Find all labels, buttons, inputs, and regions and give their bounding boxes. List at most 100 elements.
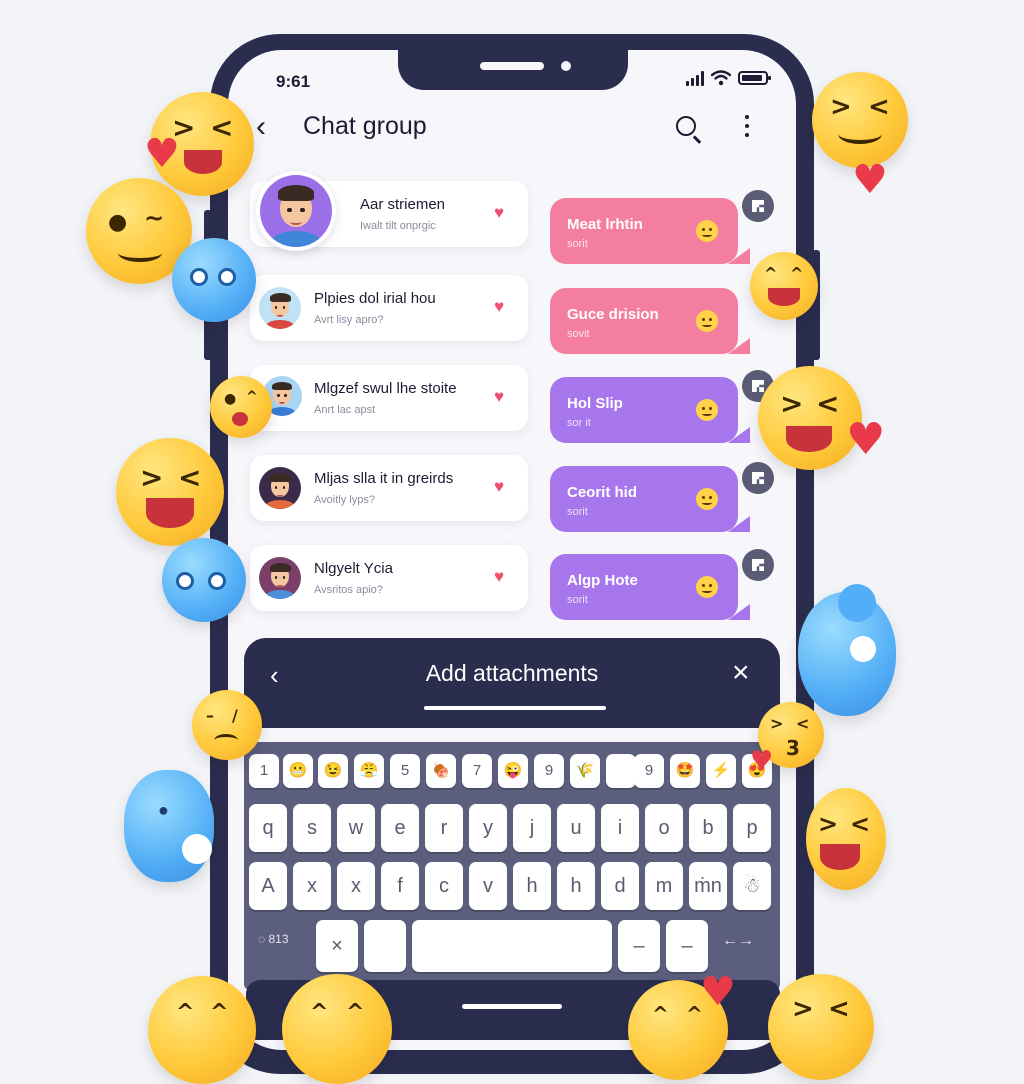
key[interactable]: –	[666, 920, 708, 972]
laughing-emoji-icon: > <	[768, 974, 874, 1080]
back-icon[interactable]: ‹	[256, 112, 266, 142]
reaction-icon[interactable]	[742, 549, 774, 581]
key[interactable]: x	[337, 862, 375, 910]
bubble-text: Ceorit hid	[567, 484, 637, 501]
key[interactable]: q	[249, 804, 287, 852]
grinning-squint-emoji-icon: > <	[812, 72, 908, 168]
key[interactable]: h	[513, 862, 551, 910]
chat-name: Mlgzef swul lhe stoite	[314, 380, 457, 397]
key[interactable]: v	[469, 862, 507, 910]
blue-face-emoji-icon	[798, 584, 896, 716]
key[interactable]: 😤	[354, 754, 384, 788]
key[interactable]: ☃	[733, 862, 771, 910]
arrow-keys[interactable]: ←→	[722, 932, 754, 950]
surprised-emoji-icon: ● ^	[210, 376, 272, 438]
chat-name: Plpies dol irial hou	[314, 290, 436, 307]
key[interactable]: 1	[249, 754, 279, 788]
key[interactable]: 5	[390, 754, 420, 788]
key[interactable]: –	[618, 920, 660, 972]
key[interactable]	[606, 754, 636, 788]
signal-icon	[686, 70, 704, 86]
heart-icon[interactable]: ♥	[494, 477, 504, 497]
key[interactable]: w	[337, 804, 375, 852]
key[interactable]: ×	[316, 920, 358, 972]
key[interactable]: 7	[462, 754, 492, 788]
key[interactable]: p	[733, 804, 771, 852]
chat-preview: Anrt lac apst	[314, 404, 376, 416]
heart-icon: ♥	[846, 414, 886, 465]
attachments-title: Add attachments	[425, 660, 599, 686]
laughing-emoji-icon: > <	[806, 788, 886, 890]
key[interactable]: j	[513, 804, 551, 852]
space-key[interactable]	[412, 920, 612, 972]
key[interactable]: y	[469, 804, 507, 852]
page-title: Chat group	[303, 112, 427, 140]
key[interactable]: o	[645, 804, 683, 852]
home-indicator[interactable]	[462, 1004, 562, 1009]
drag-handle[interactable]	[424, 706, 606, 710]
key[interactable]: c	[425, 862, 463, 910]
key[interactable]: 🌾	[570, 754, 600, 788]
reaction-icon[interactable]	[742, 190, 774, 222]
avatar	[259, 467, 301, 509]
key[interactable]: ṁn	[689, 862, 727, 910]
key[interactable]: b	[689, 804, 727, 852]
heart-icon: ♥	[144, 131, 180, 177]
key[interactable]: s	[293, 804, 331, 852]
more-options-icon[interactable]	[745, 115, 749, 137]
heart-icon[interactable]: ♥	[494, 567, 504, 587]
key[interactable]: e	[381, 804, 419, 852]
chat-preview: Avoitly lyps?	[314, 494, 375, 506]
key[interactable]: u	[557, 804, 595, 852]
key[interactable]: A	[249, 862, 287, 910]
key[interactable]: r	[425, 804, 463, 852]
key[interactable]: 9	[634, 754, 664, 788]
message-bubble[interactable]: Meat lrhtin sorit	[550, 198, 750, 264]
chat-preview: Avsritos apio?	[314, 584, 383, 596]
bubble-text: Meat lrhtin	[567, 216, 643, 233]
wifi-icon	[711, 70, 731, 86]
message-bubble[interactable]: Hol Slip sor it	[550, 377, 750, 443]
avatar	[259, 557, 301, 599]
smile-emoji-icon	[696, 220, 718, 242]
key[interactable]: 😬	[283, 754, 313, 788]
message-bubble[interactable]: Guce drision sovit	[550, 288, 750, 354]
bubble-subtext: sovit	[567, 328, 590, 340]
key[interactable]: ⚡	[706, 754, 736, 788]
key[interactable]: 😜	[498, 754, 528, 788]
bubble-subtext: sor it	[567, 417, 591, 429]
chat-preview: Iwalt tilt onprgic	[360, 220, 436, 232]
close-icon[interactable]: ×	[732, 658, 750, 688]
smiling-emoji-icon: ^ ^	[282, 974, 392, 1084]
message-bubble[interactable]: Ceorit hid sorit	[550, 466, 750, 532]
status-time: 9:61	[276, 72, 311, 91]
notch	[398, 34, 628, 90]
key[interactable]	[364, 920, 406, 972]
key[interactable]: d	[601, 862, 639, 910]
key[interactable]: x	[293, 862, 331, 910]
reaction-icon[interactable]	[742, 462, 774, 494]
heart-icon[interactable]: ♥	[494, 387, 504, 407]
bubble-subtext: sorit	[567, 594, 588, 606]
search-icon[interactable]	[676, 116, 696, 136]
key[interactable]: 9	[534, 754, 564, 788]
key[interactable]: f	[381, 862, 419, 910]
bubble-subtext: sorit	[567, 506, 588, 518]
smile-emoji-icon	[696, 310, 718, 332]
heart-icon[interactable]: ♥	[494, 297, 504, 317]
key[interactable]: 🤩	[670, 754, 700, 788]
heart-icon: ♥	[700, 969, 736, 1015]
key[interactable]: i	[601, 804, 639, 852]
keyboard-language-label[interactable]: ◌ 813	[258, 932, 289, 946]
key[interactable]: m	[645, 862, 683, 910]
chat-name: Nlgyelt Ycia	[314, 560, 393, 577]
avatar	[256, 171, 336, 251]
heart-icon: ♥	[852, 157, 888, 203]
smile-emoji-icon	[696, 399, 718, 421]
key[interactable]: 😉	[318, 754, 348, 788]
key[interactable]: 🍖	[426, 754, 456, 788]
key[interactable]: h	[557, 862, 595, 910]
frowning-emoji-icon: – /	[192, 690, 262, 760]
message-bubble[interactable]: Algp Hote sorit	[550, 554, 750, 620]
heart-icon[interactable]: ♥	[494, 203, 504, 223]
